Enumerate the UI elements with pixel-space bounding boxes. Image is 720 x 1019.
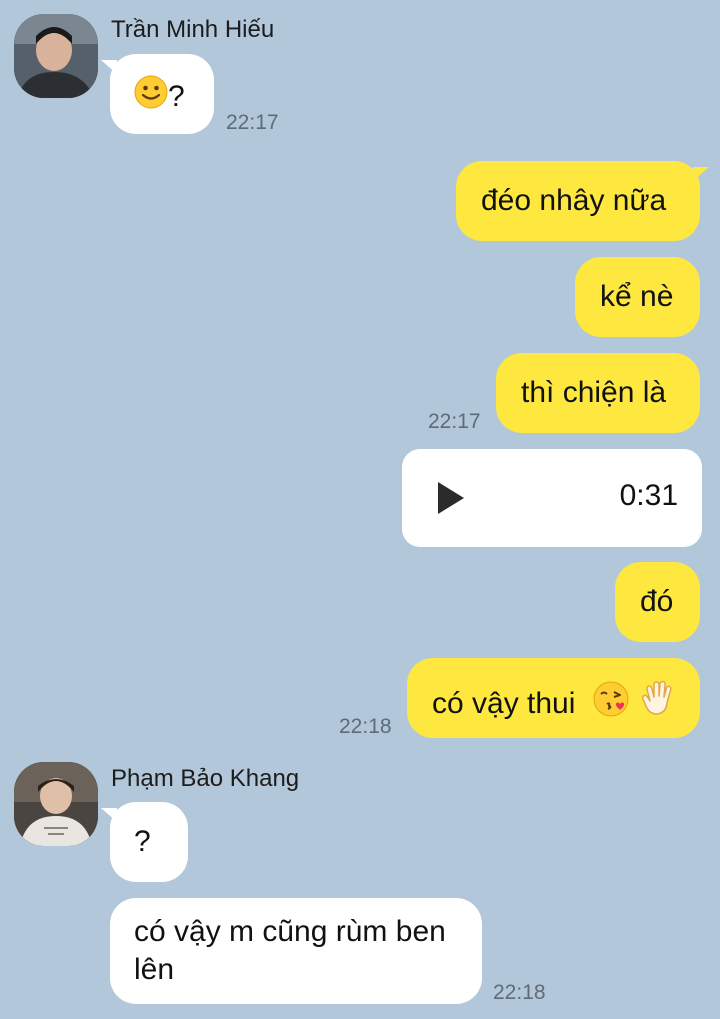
incoming-message-bubble[interactable]: ? (101, 802, 188, 882)
raised-hand-icon (638, 679, 678, 729)
outgoing-message-bubble[interactable]: thì chiện là (496, 353, 700, 433)
message-text: thì chiện là (521, 376, 667, 409)
avatar-photo (14, 14, 98, 98)
timestamp: 22:18 (339, 715, 392, 738)
message-text: có vậy m cũng rùm ben lên (134, 915, 446, 986)
play-icon[interactable] (438, 482, 464, 514)
message-text: có vậy thui (432, 687, 576, 720)
message-text: ? (168, 80, 185, 113)
slightly-smiling-face-icon (134, 75, 168, 119)
face-blowing-kiss-icon (592, 680, 630, 728)
avatar-photo (14, 762, 98, 846)
incoming-message-bubble[interactable]: ? (101, 54, 214, 134)
timestamp: 22:17 (428, 410, 481, 433)
outgoing-message-bubble[interactable]: đéo nhây nữa (456, 161, 709, 241)
sender-name: Trần Minh Hiếu (111, 16, 275, 43)
message-text: đéo nhây nữa (481, 184, 667, 217)
outgoing-message-bubble[interactable]: có vậy thui (407, 658, 700, 738)
outgoing-message-bubble[interactable]: đó (615, 562, 700, 642)
message-text: đó (640, 585, 674, 618)
avatar-tran-minh-hieu[interactable] (14, 14, 98, 98)
outgoing-message-bubble[interactable]: kể nè (575, 257, 700, 337)
message-text: kể nè (600, 280, 674, 313)
incoming-message-bubble[interactable]: có vậy m cũng rùm ben lên (110, 898, 482, 1004)
message-text: ? (134, 825, 151, 858)
voice-message[interactable]: 0:31 (402, 449, 702, 547)
avatar-pham-bao-khang[interactable] (14, 762, 98, 846)
sender-name: Phạm Bảo Khang (111, 765, 300, 792)
timestamp: 22:18 (493, 981, 546, 1004)
timestamp: 22:17 (226, 111, 279, 134)
voice-duration: 0:31 (619, 479, 678, 512)
